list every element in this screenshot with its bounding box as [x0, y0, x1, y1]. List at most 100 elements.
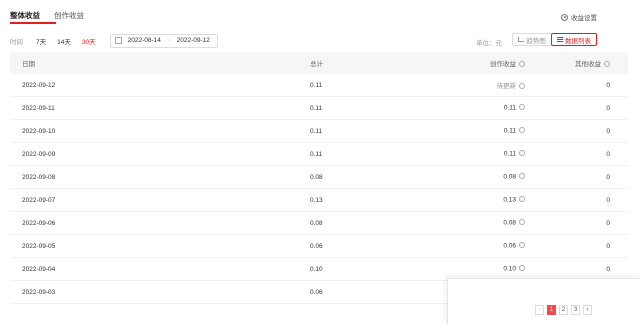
cell-total: 0.11 [310, 142, 430, 166]
page-button-1[interactable]: 1 [547, 305, 556, 315]
cell-date: 2022-09-07 [10, 188, 310, 212]
info-icon[interactable] [519, 60, 525, 67]
cell-creation: 0.11 [430, 142, 525, 166]
cell-date: 2022-09-04 [10, 257, 310, 281]
table-row: 2022-09-11 0.11 0.11 0 [10, 96, 628, 120]
cell-total: 0.08 [310, 165, 430, 189]
data-list-button[interactable]: 数据列表 [551, 33, 597, 46]
cell-creation-value: 0.08 [503, 219, 516, 227]
calendar-icon [114, 37, 122, 44]
end-date: 2022-09-12 [176, 37, 210, 44]
range-button-2[interactable]: 30天 [82, 36, 96, 46]
cell-creation: 0.13 [430, 188, 525, 212]
header-total: 总计 [310, 61, 323, 68]
cell-total: 0.11 [310, 96, 430, 120]
header-date: 日期 [22, 61, 35, 68]
cell-total: 0.11 [310, 119, 430, 143]
cell-creation-value: 0.06 [503, 242, 516, 250]
table-row: 2022-09-06 0.08 0.08 0 [10, 211, 628, 235]
cell-date: 2022-09-10 [10, 119, 310, 143]
cell-total: 0.06 [310, 234, 430, 258]
cell-creation: 0.06 [430, 234, 525, 258]
cell-date: 2022-09-12 [10, 74, 310, 97]
info-icon[interactable] [519, 196, 525, 203]
list-icon [557, 37, 563, 42]
cell-other: 0 [525, 142, 628, 166]
table-row: 2022-09-09 0.11 0.11 0 [10, 142, 628, 166]
cell-creation: 0.11 [430, 119, 525, 143]
cell-creation-value: 0.13 [503, 196, 516, 204]
tab-1[interactable]: 创作收益 [54, 10, 84, 21]
table-row: 2022-09-05 0.06 0.06 0 [10, 234, 628, 258]
cell-other: 0 [525, 188, 628, 212]
info-icon[interactable] [519, 173, 525, 180]
start-date: 2022-08-14 [127, 37, 161, 44]
table-row: 2022-09-10 0.11 0.11 0 [10, 119, 628, 143]
cell-date: 2022-09-11 [10, 96, 310, 120]
cell-other: 0 [525, 119, 628, 143]
cell-other: 0 [525, 211, 628, 235]
date-separator: ~ [166, 37, 171, 44]
cell-other: 0 [525, 234, 628, 258]
range-button-1[interactable]: 14天 [57, 36, 71, 46]
info-icon[interactable] [519, 82, 525, 89]
unit-label: 单位：元 [476, 40, 502, 47]
table-row: 2022-09-07 0.13 0.13 0 [10, 188, 628, 212]
prev-page-button[interactable]: ‹ [535, 305, 544, 315]
cell-creation-value: 0.10 [503, 265, 516, 273]
cell-total: 0.13 [310, 188, 430, 212]
data-list-label: 数据列表 [565, 37, 591, 45]
cell-creation-value: 0.11 [503, 127, 516, 135]
cell-other: 0 [525, 74, 628, 97]
cell-date: 2022-09-09 [10, 142, 310, 166]
income-settings-button[interactable]: 收益设置 [561, 12, 597, 22]
next-page-button[interactable]: › [583, 305, 592, 315]
header-other-label: 其他收益 [575, 61, 601, 68]
filter-row: 时间 7天 14天 30天 2022-08-14 ~ 2022-09-12 [10, 33, 218, 48]
info-icon[interactable] [519, 242, 525, 249]
cell-creation: 0.08 [430, 165, 525, 189]
cell-date: 2022-09-05 [10, 234, 310, 258]
gear-icon [561, 13, 568, 21]
page-button-2[interactable]: 2 [559, 305, 568, 315]
tab-0[interactable]: 整体收益 [10, 10, 40, 21]
cell-creation: 0.08 [430, 211, 525, 235]
table-header: 日期 总计 创作收益 其他收益 [10, 52, 628, 74]
cell-total: 0.08 [310, 211, 430, 235]
cell-creation-value: 0.11 [503, 104, 516, 112]
cell-total: 0.06 [310, 280, 430, 304]
time-label: 时间 [10, 38, 23, 46]
info-icon[interactable] [519, 219, 525, 226]
cell-creation: 0.11 [430, 96, 525, 120]
info-icon[interactable] [519, 265, 525, 272]
cell-total: 0.10 [310, 257, 430, 281]
info-icon[interactable] [519, 127, 525, 134]
income-settings-label: 收益设置 [571, 15, 597, 22]
info-icon[interactable] [519, 104, 525, 111]
cell-date: 2022-09-06 [10, 211, 310, 235]
info-icon[interactable] [519, 150, 525, 157]
table-row: 2022-09-08 0.08 0.08 0 [10, 165, 628, 189]
range-button-0[interactable]: 7天 [36, 36, 46, 46]
header-creation-label: 创作收益 [490, 61, 516, 68]
header-creation: 创作收益 [430, 52, 525, 74]
earnings-table: 日期 总计 创作收益 其他收益 2022-09-12 0.11 待更新 0 2022-0… [10, 52, 628, 304]
chart-icon [518, 37, 525, 42]
pagination: ‹ 1 2 3 › [535, 305, 592, 315]
cell-other: 0 [525, 96, 628, 120]
date-range-picker[interactable]: 2022-08-14 ~ 2022-09-12 [109, 33, 218, 48]
trend-chart-button[interactable]: 趋势图 [512, 33, 552, 46]
cell-total: 0.11 [310, 74, 430, 97]
cell-date: 2022-09-08 [10, 165, 310, 189]
header-other: 其他收益 [525, 52, 628, 74]
cell-creation: 待更新 [430, 74, 525, 97]
trend-chart-label: 趋势图 [526, 37, 546, 45]
pagination-panel: ‹ 1 2 3 › [447, 278, 640, 325]
page-button-3[interactable]: 3 [571, 305, 580, 315]
cell-creation-value: 待更新 [496, 83, 517, 90]
cell-other: 0 [525, 165, 628, 189]
cell-date: 2022-09-03 [10, 280, 310, 304]
active-tab-indicator [10, 22, 56, 24]
info-icon[interactable] [604, 60, 610, 67]
cell-creation-value: 0.08 [503, 173, 516, 181]
